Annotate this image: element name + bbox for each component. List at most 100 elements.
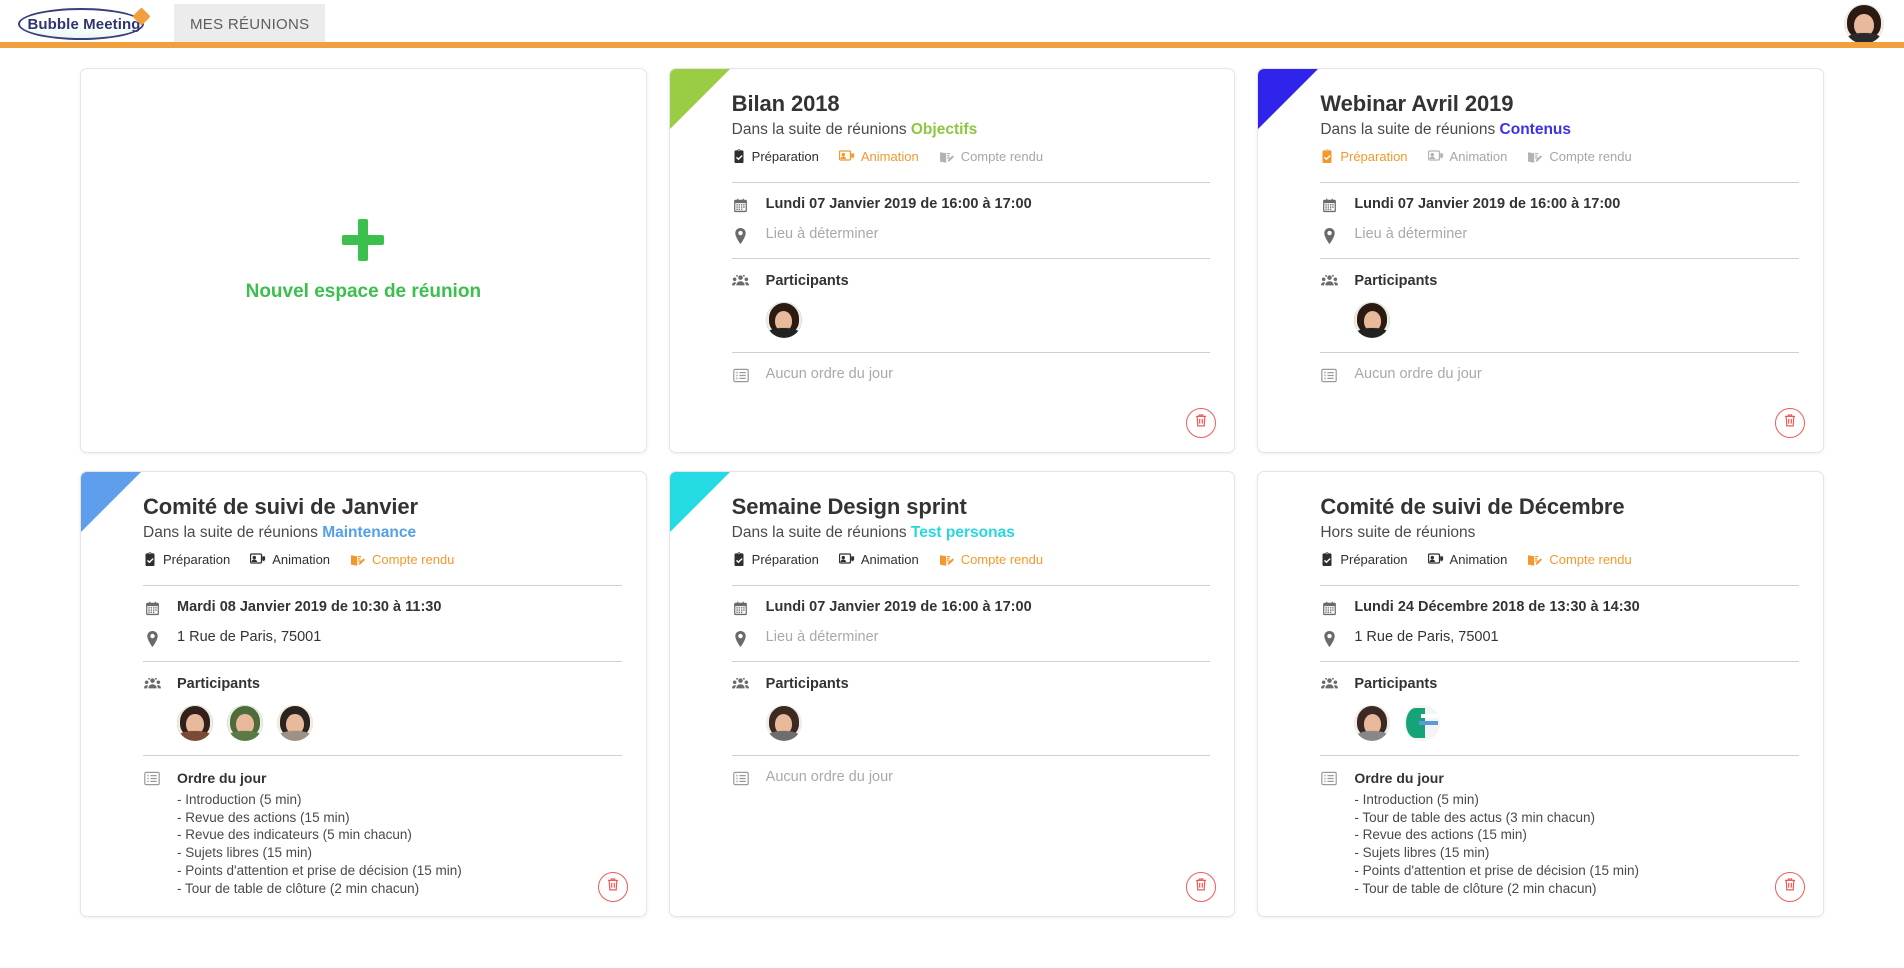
meeting-card[interactable]: Webinar Avril 2019 Dans la suite de réuni… — [1257, 68, 1824, 453]
step-compte-rendu[interactable]: Compte rendu — [939, 552, 1043, 567]
suite-name-link[interactable]: Maintenance — [322, 524, 416, 541]
step-animation-label: Animation — [1450, 149, 1508, 164]
calendar-icon — [732, 196, 750, 213]
location-pin-icon — [1320, 629, 1338, 647]
step-animation[interactable]: Animation — [1428, 552, 1508, 567]
meeting-title[interactable]: Webinar Avril 2019 — [1320, 91, 1799, 116]
step-animation[interactable]: Animation — [1428, 149, 1508, 164]
meeting-suite: Dans la suite de réunions Contenus — [1320, 121, 1799, 139]
participant-avatar[interactable] — [766, 302, 802, 338]
participant-avatar[interactable] — [227, 705, 263, 741]
meeting-suite: Dans la suite de réunions Objectifs — [732, 121, 1211, 139]
meeting-date: Lundi 07 Janvier 2019 de 16:00 à 17:00 — [766, 599, 1032, 615]
delete-meeting-button[interactable] — [598, 872, 628, 902]
location-pin-icon — [143, 629, 161, 647]
agenda-list-icon — [143, 769, 161, 786]
new-meeting-card[interactable]: Nouvel espace de réunion — [80, 68, 647, 453]
suite-name-link[interactable]: Test personas — [911, 524, 1015, 541]
step-preparation-label: Préparation — [1340, 149, 1407, 164]
step-preparation[interactable]: Préparation — [143, 552, 230, 567]
participants-label: Participants — [766, 273, 849, 289]
meeting-place-row: 1 Rue de Paris, 75001 — [1320, 616, 1799, 647]
agenda-item: - Tour de table de clôture (2 min chacun… — [1354, 880, 1639, 898]
meeting-title[interactable]: Semaine Design sprint — [732, 494, 1211, 519]
participant-avatar[interactable] — [766, 705, 802, 741]
agenda-list-icon — [732, 366, 750, 383]
meeting-suite: Dans la suite de réunions Maintenance — [143, 524, 622, 542]
delete-meeting-button[interactable] — [1186, 408, 1216, 438]
app-header: Bubble Meeting MES RÉUNIONS — [0, 0, 1904, 48]
meeting-title[interactable]: Comité de suivi de Janvier — [143, 494, 622, 519]
header-user-avatar[interactable] — [1844, 4, 1884, 44]
step-preparation[interactable]: Préparation — [732, 149, 819, 164]
agenda-item: - Sujets libres (15 min) — [177, 844, 462, 862]
agenda-list-icon — [1320, 769, 1338, 786]
participants-row: Participants — [1320, 259, 1799, 338]
participant-avatar[interactable] — [1354, 302, 1390, 338]
step-compte-rendu[interactable]: Compte rendu — [939, 149, 1043, 164]
agenda-list-icon — [732, 769, 750, 786]
step-animation[interactable]: Animation — [250, 552, 330, 567]
agenda-item: - Tour de table des actus (3 min chacun) — [1354, 809, 1639, 827]
location-pin-icon — [732, 629, 750, 647]
step-compte-rendu-label: Compte rendu — [961, 552, 1043, 567]
agenda-block: Ordre du jour- Introduction (5 min)- Rev… — [177, 769, 462, 897]
step-preparation[interactable]: Préparation — [1320, 149, 1407, 164]
avatar-clothing — [1846, 33, 1883, 44]
no-agenda-label: Aucun ordre du jour — [766, 366, 893, 382]
step-animation[interactable]: Animation — [839, 149, 919, 164]
calendar-icon — [1320, 599, 1338, 616]
participant-avatar[interactable] — [177, 705, 213, 741]
participants-row: Participants — [1320, 662, 1799, 741]
agenda-item: - Revue des actions (15 min) — [177, 809, 462, 827]
meeting-card[interactable]: Comité de suivi de Janvier Dans la suite … — [80, 471, 647, 917]
meeting-date: Lundi 07 Janvier 2019 de 16:00 à 17:00 — [1354, 196, 1620, 212]
step-preparation-label: Préparation — [752, 552, 819, 567]
delete-meeting-button[interactable] — [1186, 872, 1216, 902]
meeting-card[interactable]: Semaine Design sprintDans la suite de ré… — [669, 471, 1236, 917]
delete-meeting-button[interactable] — [1775, 408, 1805, 438]
step-preparation[interactable]: Préparation — [1320, 552, 1407, 567]
suite-name-link[interactable]: Objectifs — [911, 121, 977, 138]
meeting-place: 1 Rue de Paris, 75001 — [177, 629, 321, 645]
step-compte-rendu[interactable]: Compte rendu — [1527, 552, 1631, 567]
participants-avatars — [766, 302, 849, 338]
nav-tab-mes-reunions[interactable]: MES RÉUNIONS — [174, 4, 325, 45]
meetings-grid: Nouvel espace de réunion Bilan 2018 Dans … — [0, 68, 1904, 917]
participants-label: Participants — [1354, 273, 1437, 289]
meeting-date-row: Lundi 07 Janvier 2019 de 16:00 à 17:00 — [732, 586, 1211, 616]
step-preparation-label: Préparation — [163, 552, 230, 567]
meeting-no-suite-label: Hors suite de réunions — [1320, 524, 1799, 542]
suite-prefix-label: Dans la suite de réunions — [732, 121, 911, 138]
clipboard-icon — [143, 552, 157, 567]
meeting-steps: Préparation Animation Compte rendu — [143, 552, 622, 567]
presentation-icon — [839, 553, 855, 567]
no-agenda-label: Aucun ordre du jour — [1354, 366, 1481, 382]
meeting-title[interactable]: Comité de suivi de Décembre — [1320, 494, 1799, 519]
meeting-date: Mardi 08 Janvier 2019 de 10:30 à 11:30 — [177, 599, 441, 615]
participant-avatar[interactable] — [277, 705, 313, 741]
participant-avatar[interactable] — [1354, 705, 1390, 741]
agenda-block: Ordre du jour- Introduction (5 min)- Tou… — [1354, 769, 1639, 897]
meeting-card[interactable]: Comité de suivi de Décembre Hors suite de… — [1257, 471, 1824, 917]
suite-prefix-label: Dans la suite de réunions — [143, 524, 322, 541]
app-logo[interactable]: Bubble Meeting — [18, 4, 150, 44]
step-animation[interactable]: Animation — [839, 552, 919, 567]
meetings-page: Nouvel espace de réunion Bilan 2018 Dans … — [0, 48, 1904, 968]
avatar-face — [1844, 4, 1884, 44]
step-compte-rendu[interactable]: Compte rendu — [350, 552, 454, 567]
meeting-date-row: Mardi 08 Janvier 2019 de 10:30 à 11:30 — [143, 586, 622, 616]
meeting-card[interactable]: Bilan 2018 Dans la suite de réunions Obje… — [669, 68, 1236, 453]
agenda-item: - Sujets libres (15 min) — [1354, 844, 1639, 862]
participant-avatar[interactable] — [1404, 705, 1440, 741]
agenda-row: Aucun ordre du jour — [732, 353, 1211, 383]
step-compte-rendu[interactable]: Compte rendu — [1527, 149, 1631, 164]
agenda-row: Aucun ordre du jour — [1320, 353, 1799, 383]
trash-icon — [1194, 413, 1208, 433]
delete-meeting-button[interactable] — [1775, 872, 1805, 902]
meeting-title[interactable]: Bilan 2018 — [732, 91, 1211, 116]
suite-name-link[interactable]: Contenus — [1500, 121, 1571, 138]
agenda-item: - Revue des indicateurs (5 min chacun) — [177, 826, 462, 844]
step-animation-label: Animation — [861, 149, 919, 164]
step-preparation[interactable]: Préparation — [732, 552, 819, 567]
